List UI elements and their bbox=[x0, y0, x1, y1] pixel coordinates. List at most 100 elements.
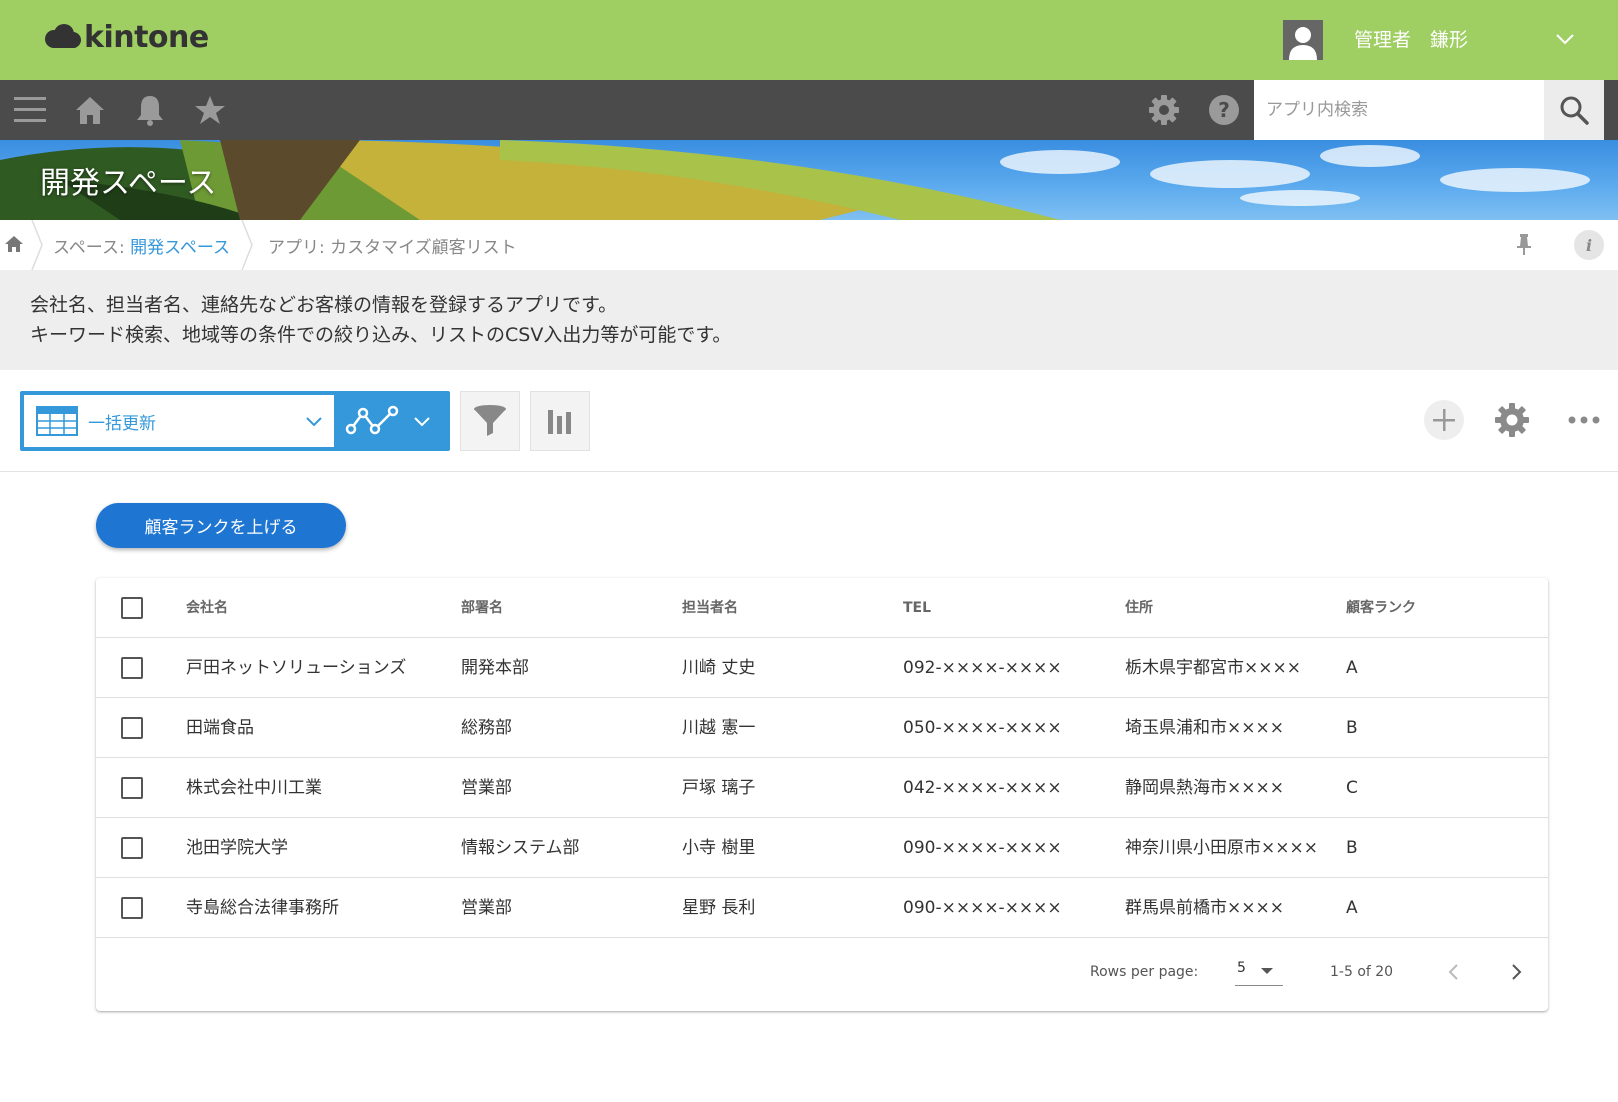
breadcrumb-space-prefix: スペース: bbox=[53, 238, 131, 258]
column-header[interactable]: TEL bbox=[903, 578, 931, 638]
space-title: 開発スペース bbox=[40, 166, 217, 201]
table-row[interactable]: 池田学院大学 情報システム部 小寺 樹里 090-××××-×××× 神奈川県小… bbox=[96, 818, 1548, 878]
svg-text:?: ? bbox=[1218, 98, 1230, 122]
rank-cell: B bbox=[1346, 718, 1358, 738]
row-checkbox[interactable] bbox=[121, 837, 143, 859]
user-icon bbox=[1289, 27, 1317, 60]
chevron-down-icon bbox=[306, 417, 322, 427]
table-row[interactable]: 株式会社中川工業 営業部 戸塚 璃子 042-××××-×××× 静岡県熱海市×… bbox=[96, 758, 1548, 818]
view-name: 一括更新 bbox=[88, 414, 156, 434]
description-line-1: 会社名、担当者名、連絡先などお客様の情報を登録するアプリです。 bbox=[30, 294, 618, 316]
app-search-input[interactable] bbox=[1254, 80, 1544, 140]
table-header-row: 会社名 部署名 担当者名 TEL 住所 顧客ランク bbox=[96, 578, 1548, 638]
table-view-icon bbox=[36, 406, 78, 436]
bell-icon[interactable] bbox=[132, 92, 168, 128]
department-cell: 総務部 bbox=[461, 718, 512, 738]
department-cell: 情報システム部 bbox=[461, 838, 580, 858]
column-header[interactable]: 住所 bbox=[1125, 578, 1153, 638]
tel-cell: 090-××××-×××× bbox=[903, 898, 1062, 918]
table-row[interactable]: 田端食品 総務部 川越 憲一 050-××××-×××× 埼玉県浦和市×××× … bbox=[96, 698, 1548, 758]
rank-cell: A bbox=[1346, 898, 1358, 918]
row-checkbox[interactable] bbox=[121, 657, 143, 679]
filter-button[interactable] bbox=[460, 391, 520, 451]
logo-text: kintone bbox=[84, 20, 209, 55]
toolbar-divider bbox=[0, 471, 1618, 472]
page-range: 1-5 of 20 bbox=[1330, 964, 1394, 980]
rank-cell: C bbox=[1346, 778, 1358, 798]
chevron-down-icon[interactable] bbox=[412, 411, 432, 431]
app-settings-gear-icon[interactable] bbox=[1494, 402, 1530, 438]
row-checkbox[interactable] bbox=[121, 717, 143, 739]
rows-per-page-value: 5 bbox=[1237, 960, 1246, 976]
department-cell: 開発本部 bbox=[461, 658, 529, 678]
breadcrumb-space-link[interactable]: 開発スペース bbox=[130, 238, 230, 258]
address-cell: 群馬県前橋市×××× bbox=[1125, 898, 1284, 918]
tel-cell: 090-××××-×××× bbox=[903, 838, 1062, 858]
star-icon[interactable] bbox=[192, 92, 228, 128]
contact-cell: 小寺 樹里 bbox=[682, 838, 756, 858]
contact-cell: 戸塚 璃子 bbox=[682, 778, 756, 798]
search-icon bbox=[1560, 96, 1589, 125]
company-cell: 戸田ネットソリューションズ bbox=[186, 658, 407, 678]
tel-cell: 042-××××-×××× bbox=[903, 778, 1062, 798]
chevron-left-icon[interactable] bbox=[1442, 960, 1466, 984]
kintone-logo[interactable]: kintone bbox=[42, 20, 209, 55]
table-row[interactable]: 寺島総合法律事務所 営業部 星野 長利 090-××××-×××× 群馬県前橋市… bbox=[96, 878, 1548, 938]
rank-cell: B bbox=[1346, 838, 1358, 858]
pagination: Rows per page: 5 1-5 of 20 bbox=[96, 938, 1548, 1011]
chevron-down-icon[interactable] bbox=[1554, 28, 1576, 50]
department-cell: 営業部 bbox=[461, 778, 512, 798]
more-options-icon[interactable] bbox=[1566, 410, 1602, 430]
chevron-right-icon[interactable] bbox=[1504, 960, 1528, 984]
column-header[interactable]: 顧客ランク bbox=[1346, 578, 1416, 638]
app-description: 会社名、担当者名、連絡先などお客様の情報を登録するアプリです。 キーワード検索、… bbox=[0, 270, 1618, 370]
breadcrumb-space: スペース: 開発スペース bbox=[53, 233, 230, 258]
column-header[interactable]: 部署名 bbox=[461, 578, 503, 638]
rows-per-page-select[interactable]: 5 bbox=[1235, 956, 1283, 986]
home-icon[interactable] bbox=[4, 234, 24, 254]
cloud-logo-icon bbox=[45, 23, 81, 48]
settings-gear-icon[interactable] bbox=[1146, 92, 1182, 128]
rows-per-page-label: Rows per page: bbox=[1090, 964, 1199, 980]
add-record-button[interactable] bbox=[1424, 400, 1464, 440]
filter-icon bbox=[474, 405, 506, 436]
pin-icon[interactable] bbox=[1512, 232, 1536, 256]
search-button[interactable] bbox=[1544, 80, 1604, 140]
contact-cell: 川越 憲一 bbox=[682, 718, 756, 738]
graph-icon[interactable] bbox=[345, 403, 401, 439]
address-cell: 栃木県宇都宮市×××× bbox=[1125, 658, 1301, 678]
row-checkbox[interactable] bbox=[121, 897, 143, 919]
column-header[interactable]: 担当者名 bbox=[682, 578, 738, 638]
bar-chart-icon bbox=[548, 410, 571, 434]
user-name[interactable]: 管理者 鎌形 bbox=[1354, 25, 1468, 52]
caret-down-icon bbox=[1261, 968, 1273, 974]
customer-table: 会社名 部署名 担当者名 TEL 住所 顧客ランク 戸田ネットソリューションズ … bbox=[96, 578, 1548, 1011]
menu-icon[interactable] bbox=[12, 92, 48, 128]
company-cell: 池田学院大学 bbox=[186, 838, 288, 858]
view-dropdown[interactable]: 一括更新 bbox=[24, 395, 334, 447]
breadcrumb-app: アプリ: カスタマイズ顧客リスト bbox=[268, 238, 517, 258]
plus-icon bbox=[1433, 409, 1455, 431]
table-row[interactable]: 戸田ネットソリューションズ 開発本部 川崎 丈史 092-××××-×××× 栃… bbox=[96, 638, 1548, 698]
select-all-checkbox[interactable] bbox=[121, 597, 143, 619]
address-cell: 埼玉県浦和市×××× bbox=[1125, 718, 1284, 738]
contact-cell: 川崎 丈史 bbox=[682, 658, 756, 678]
help-icon[interactable]: ? bbox=[1206, 92, 1242, 128]
company-cell: 田端食品 bbox=[186, 718, 254, 738]
company-cell: 寺島総合法律事務所 bbox=[186, 898, 339, 918]
department-cell: 営業部 bbox=[461, 898, 512, 918]
raise-rank-button[interactable]: 顧客ランクを上げる bbox=[96, 503, 346, 548]
info-icon[interactable]: i bbox=[1574, 230, 1604, 260]
company-cell: 株式会社中川工業 bbox=[186, 778, 322, 798]
view-selector[interactable]: 一括更新 bbox=[20, 391, 450, 451]
address-cell: 神奈川県小田原市×××× bbox=[1125, 838, 1318, 858]
tel-cell: 050-××××-×××× bbox=[903, 718, 1062, 738]
top-bar: kintone 管理者 鎌形 bbox=[0, 0, 1618, 80]
row-checkbox[interactable] bbox=[121, 777, 143, 799]
user-avatar[interactable] bbox=[1283, 20, 1323, 60]
graph-button[interactable] bbox=[530, 391, 590, 451]
space-banner: 開発スペース bbox=[0, 140, 1618, 220]
column-header[interactable]: 会社名 bbox=[186, 578, 228, 638]
home-icon[interactable] bbox=[72, 92, 108, 128]
rank-cell: A bbox=[1346, 658, 1358, 678]
